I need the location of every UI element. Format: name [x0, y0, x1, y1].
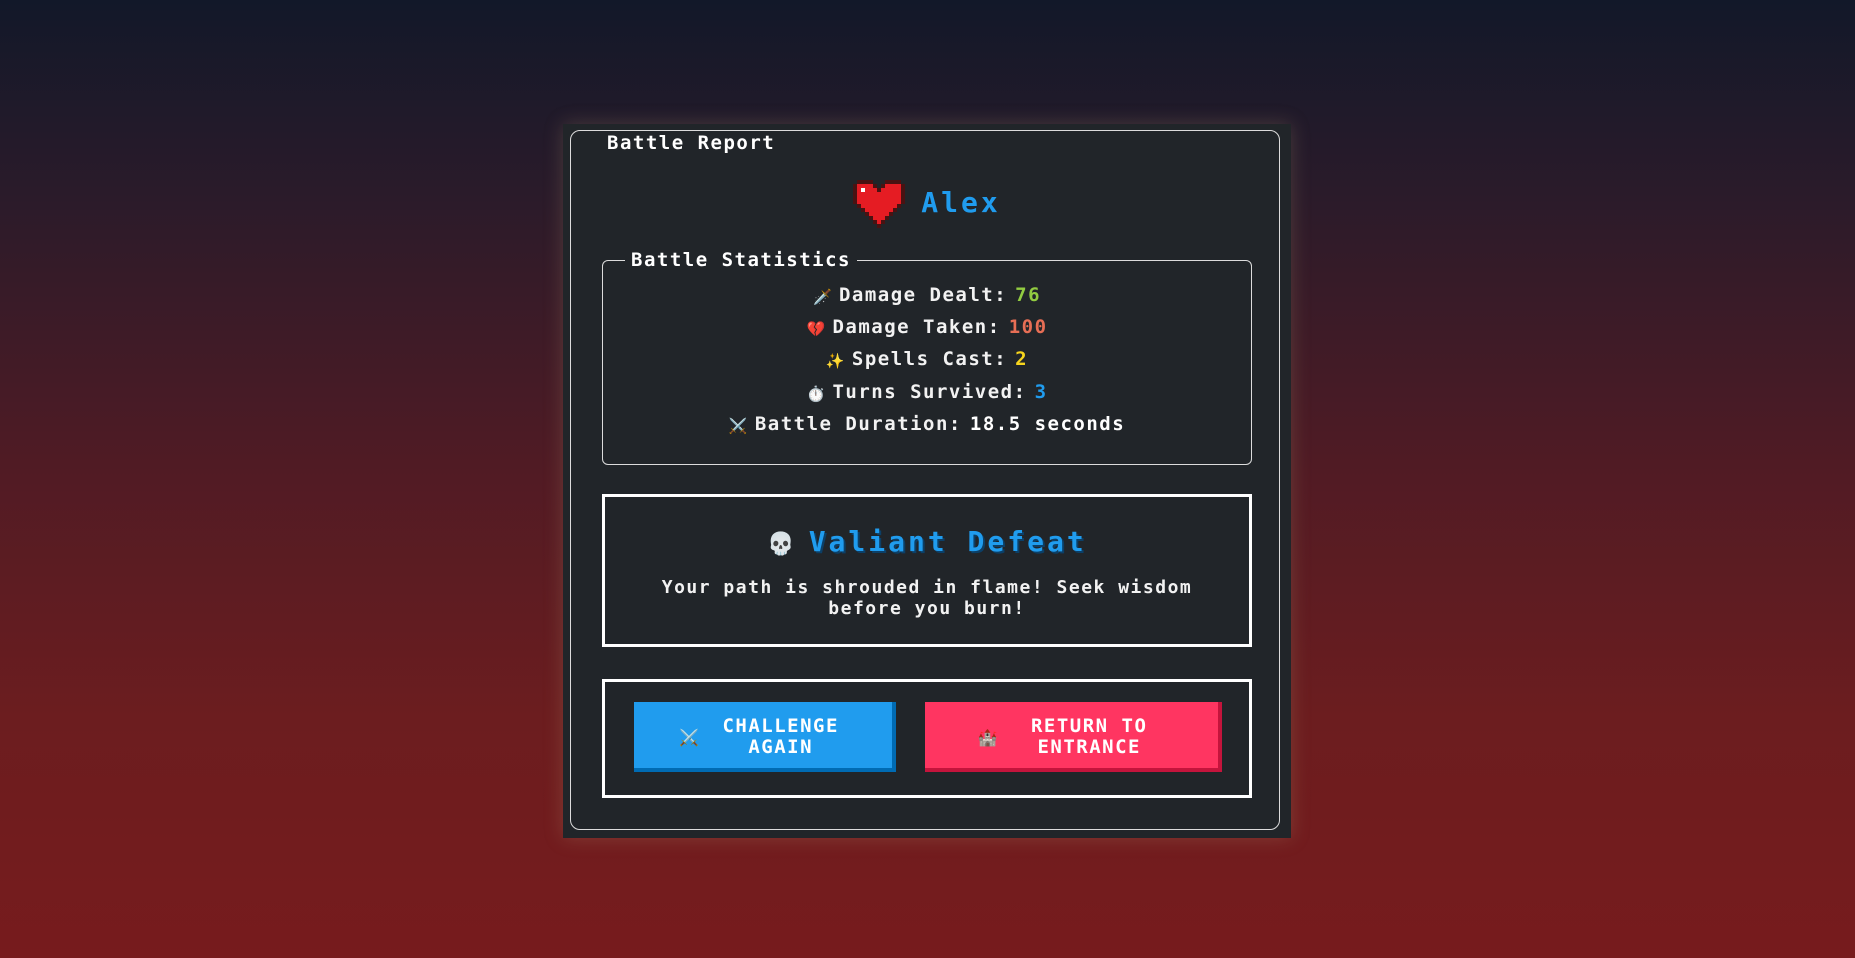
- skull-icon: 💀: [767, 532, 795, 557]
- report-title: Battle Report: [603, 132, 780, 154]
- stat-value: 3: [1034, 381, 1048, 403]
- stopwatch-icon: ⏱️: [806, 385, 827, 403]
- battle-statistics: Battle Statistics 🗡️ Damage Dealt: 76 💔 …: [602, 249, 1252, 465]
- crossed-swords-icon: ⚔️: [728, 417, 750, 435]
- stat-value: 2: [1015, 348, 1029, 370]
- stat-damage-taken: 💔 Damage Taken: 100: [603, 311, 1251, 343]
- action-bar: ⚔️ CHALLENGE AGAIN 🏰 RETURN TO ENTRANCE: [602, 679, 1252, 798]
- player-name: Alex: [921, 185, 1001, 219]
- stat-turns-survived: ⏱️ Turns Survived: 3: [603, 376, 1251, 408]
- battle-report-panel: Battle Report Alex Battle Statistics 🗡️ …: [563, 124, 1291, 838]
- challenge-again-label: CHALLENGE AGAIN: [722, 715, 839, 758]
- stat-label: Damage Dealt:: [838, 284, 1008, 306]
- outcome-heading: 💀 Valiant Defeat: [605, 525, 1249, 558]
- challenge-again-button[interactable]: ⚔️ CHALLENGE AGAIN: [634, 702, 896, 772]
- stat-damage-dealt: 🗡️ Damage Dealt: 76: [603, 279, 1251, 311]
- statistics-legend: Battle Statistics: [625, 249, 857, 271]
- stat-battle-duration: ⚔️ Battle Duration: 18.5 seconds: [603, 408, 1251, 440]
- stat-value: 18.5 seconds: [969, 413, 1126, 435]
- castle-icon: 🏰: [977, 727, 1000, 747]
- stat-value: 100: [1008, 316, 1048, 338]
- stat-label: Damage Taken:: [832, 316, 1001, 338]
- stat-value: 76: [1015, 284, 1042, 306]
- stat-label: Battle Duration:: [754, 413, 962, 435]
- stat-label: Turns Survived:: [832, 381, 1027, 403]
- heart-icon: [853, 180, 906, 228]
- return-to-entrance-label: RETURN TO ENTRANCE: [1030, 715, 1148, 758]
- battle-outcome: 💀 Valiant Defeat Your path is shrouded i…: [602, 494, 1252, 647]
- return-to-entrance-button[interactable]: 🏰 RETURN TO ENTRANCE: [925, 702, 1222, 772]
- stat-label: Spells Cast:: [851, 348, 1008, 370]
- outcome-message: Your path is shrouded in flame! Seek wis…: [661, 577, 1193, 619]
- outcome-title: Valiant Defeat: [808, 525, 1087, 558]
- player-header: Alex: [563, 172, 1291, 232]
- dagger-icon: 🗡️: [812, 288, 834, 306]
- broken-heart-icon: 💔: [806, 320, 827, 338]
- stat-spells-cast: ✨ Spells Cast: 2: [603, 343, 1251, 375]
- crossed-swords-icon: ⚔️: [679, 727, 701, 747]
- sparkles-icon: ✨: [825, 352, 847, 370]
